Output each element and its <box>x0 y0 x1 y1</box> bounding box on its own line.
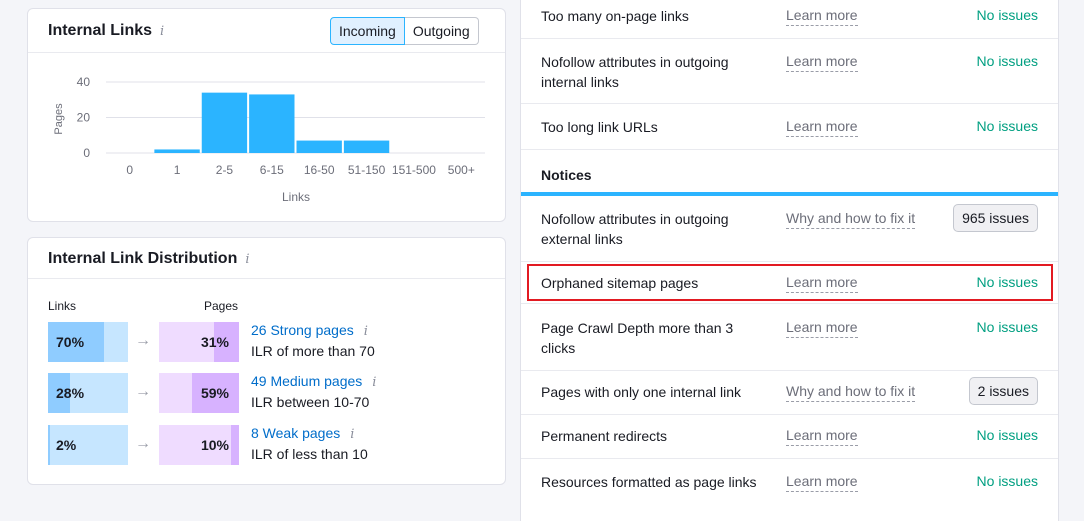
issue-row: Nofollow attributes in outgoing external… <box>521 196 1058 262</box>
issue-name: Too many on-page links <box>541 8 689 24</box>
issue-name: Resources formatted as page links <box>541 474 757 490</box>
distribution-row: 70% → 31% 26 Strong pages i ILR of more than … <box>48 322 488 362</box>
ilr-description: ILR between 10-70 <box>251 394 370 410</box>
links-percent: 2% <box>56 437 77 453</box>
pages-category-link[interactable]: 26 Strong pages i <box>251 322 368 339</box>
highlight-box <box>527 264 1053 301</box>
arrow-right-icon: → <box>135 383 151 400</box>
issue-row: Resources formatted as page links Learn m… <box>521 459 1058 521</box>
issue-row: Permanent redirects Learn more No issues <box>521 415 1058 459</box>
issue-row: Too many on-page links Learn more No issue… <box>521 0 1058 39</box>
links-share-bar: 2% <box>48 425 128 465</box>
chart-bar[interactable] <box>249 94 295 153</box>
incoming-button[interactable]: Incoming <box>330 17 405 45</box>
info-icon[interactable]: i <box>245 252 249 267</box>
links-percent: 28% <box>56 385 85 401</box>
chart-x-tick: 151-500 <box>392 163 436 177</box>
issue-name: Nofollow attributes in outgoing internal… <box>541 54 729 90</box>
status-no-issues: No issues <box>976 319 1038 335</box>
status-no-issues: No issues <box>976 7 1038 23</box>
status-no-issues: No issues <box>976 53 1038 69</box>
chart-y-axis-label: Pages <box>53 103 65 135</box>
arrow-right-icon: → <box>135 332 151 349</box>
pages-share-fill <box>231 425 239 465</box>
pages-category-link[interactable]: 8 Weak pages i <box>251 425 354 442</box>
card-divider <box>28 278 505 279</box>
links-share-fill <box>48 425 50 465</box>
links-column-header: Links <box>48 299 77 313</box>
chart-x-tick: 16-50 <box>304 163 335 177</box>
issue-name: Permanent redirects <box>541 428 668 444</box>
ilr-description: ILR of less than 10 <box>251 446 368 462</box>
pages-share-bar: 10% <box>159 425 239 465</box>
learn-more-link[interactable]: Learn more <box>786 317 858 338</box>
learn-more-link[interactable]: Learn more <box>786 471 858 492</box>
internal-links-card: Internal Links i Incoming Outgoing 0 20 40 … <box>27 8 506 222</box>
internal-links-title: Internal Links i <box>48 22 164 40</box>
incoming-outgoing-toggle: Incoming Outgoing <box>330 17 479 45</box>
issue-name: Page Crawl Depth more than 3 clicks <box>541 320 734 356</box>
learn-more-link[interactable]: Learn more <box>786 116 858 137</box>
chart-x-tick: 51-150 <box>348 163 386 177</box>
how-to-fix-link[interactable]: Why and how to fix it <box>786 381 916 402</box>
issue-row: Pages with only one internal link Why and… <box>521 371 1058 415</box>
chart-bar[interactable] <box>343 140 390 153</box>
distribution-row: 28% → 59% 49 Medium pages i ILR between 10-70 <box>48 373 488 413</box>
info-icon[interactable]: i <box>350 427 354 442</box>
pages-category-link[interactable]: 49 Medium pages i <box>251 373 376 390</box>
pages-percent: 10% <box>200 437 229 453</box>
status-no-issues: No issues <box>976 427 1038 443</box>
links-share-bar: 28% <box>48 373 128 413</box>
learn-more-link[interactable]: Learn more <box>786 51 858 72</box>
outgoing-button[interactable]: Outgoing <box>404 17 479 45</box>
chart-x-tick: 0 <box>126 163 133 177</box>
chart-y-tick: 0 <box>83 146 90 160</box>
issue-name: Too long link URLs <box>541 119 658 135</box>
how-to-fix-link[interactable]: Why and how to fix it <box>786 208 916 229</box>
issue-name: Pages with only one internal link <box>541 384 742 400</box>
links-percent: 70% <box>56 334 85 350</box>
chart-y-tick: 20 <box>77 111 91 125</box>
info-icon[interactable]: i <box>364 324 368 339</box>
chart-bar[interactable] <box>154 149 200 153</box>
issue-row: Too long link URLs Learn more No issues <box>521 104 1058 150</box>
pages-share-bar: 31% <box>159 322 239 362</box>
ilr-description: ILR of more than 70 <box>251 343 375 359</box>
pages-percent: 31% <box>200 334 229 350</box>
info-icon[interactable]: i <box>160 24 164 39</box>
distribution-row: 2% → 10% 8 Weak pages i ILR of less than 10 <box>48 425 488 465</box>
internal-links-title-text: Internal Links <box>48 22 153 39</box>
learn-more-link[interactable]: Learn more <box>786 425 858 446</box>
issue-name: Nofollow attributes in outgoing external… <box>541 211 729 247</box>
learn-more-link[interactable]: Learn more <box>786 5 858 26</box>
distribution-title: Internal Link Distribution i <box>48 250 250 268</box>
pages-column-header: Pages <box>204 299 239 313</box>
issues-count-badge[interactable]: 965 issues <box>953 204 1038 232</box>
pages-percent: 59% <box>200 385 229 401</box>
issue-row: Nofollow attributes in outgoing internal… <box>521 39 1058 104</box>
chart-x-tick: 2-5 <box>216 163 234 177</box>
status-no-issues: No issues <box>976 118 1038 134</box>
chart-x-tick: 500+ <box>448 163 475 177</box>
issues-count-badge[interactable]: 2 issues <box>968 377 1038 405</box>
issues-panel: Too many on-page links Learn more No issue… <box>520 0 1059 521</box>
pages-share-bar: 59% <box>159 373 239 413</box>
link-distribution-card: Internal Link Distribution i Links Pages … <box>27 237 506 485</box>
arrow-right-icon: → <box>135 435 151 452</box>
internal-links-chart: 0 20 40 0 1 2-5 6-15 16-50 51-150 151-500 500+ Pa… <box>53 75 485 204</box>
chart-bar[interactable] <box>296 140 342 153</box>
status-no-issues: No issues <box>976 473 1038 489</box>
notices-heading: Notices <box>541 167 592 183</box>
links-share-bar: 70% <box>48 322 128 362</box>
chart-x-tick: 6-15 <box>260 163 284 177</box>
info-icon[interactable]: i <box>372 375 376 390</box>
chart-bar[interactable] <box>201 92 248 153</box>
distribution-title-text: Internal Link Distribution <box>48 250 238 267</box>
issue-row: Page Crawl Depth more than 3 clicks Learn… <box>521 304 1058 371</box>
chart-x-tick: 1 <box>174 163 181 177</box>
chart-x-axis-label: Links <box>282 190 310 204</box>
chart-y-tick: 40 <box>77 75 91 89</box>
